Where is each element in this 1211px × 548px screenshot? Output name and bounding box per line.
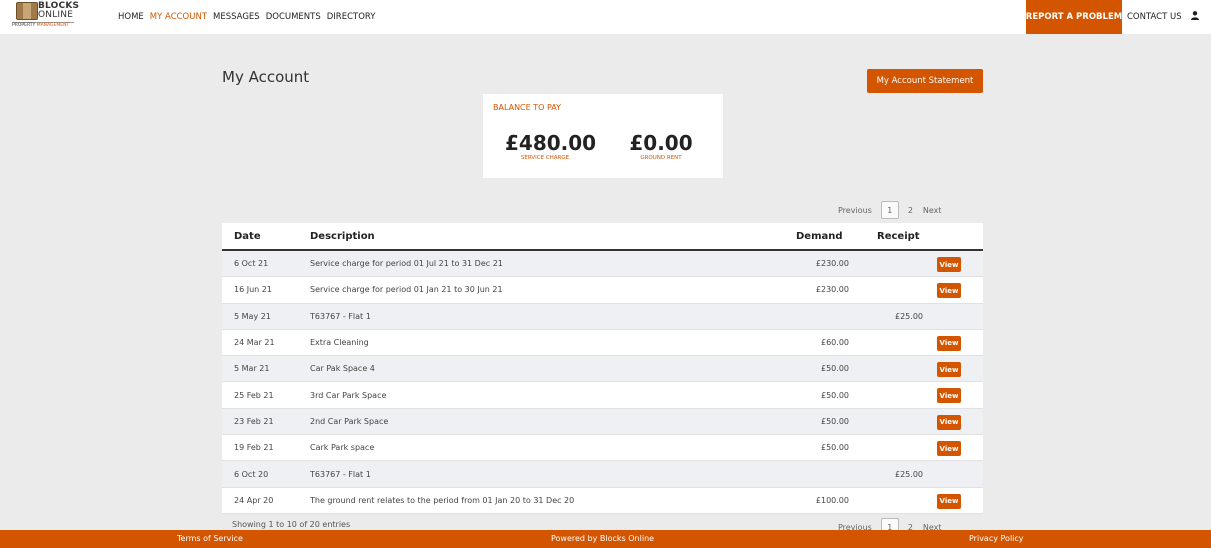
- top-navbar: BLOCKS ONLINE PROPERTY MANAGEMENT HOME M…: [0, 0, 1211, 34]
- row-demand: £230.00: [815, 285, 849, 295]
- row-date: 6 Oct 20: [234, 469, 269, 479]
- row-description: The ground rent relates to the period fr…: [310, 495, 575, 505]
- logo-line2: ONLINE: [38, 10, 74, 20]
- row-date: 23 Feb 21: [234, 416, 274, 426]
- table-row: 19 Feb 21 Cark Park space £50.00 View: [222, 435, 983, 462]
- row-date: 5 Mar 21: [234, 364, 270, 374]
- row-date: 19 Feb 21: [234, 443, 274, 453]
- row-date: 6 Oct 21: [234, 259, 269, 269]
- view-button[interactable]: View: [937, 441, 961, 457]
- nav-item-messages[interactable]: MESSAGES: [213, 12, 260, 22]
- table-row: 24 Apr 20 The ground rent relates to the …: [222, 487, 983, 514]
- table-row: 24 Mar 21 Extra Cleaning £60.00 View: [222, 329, 983, 357]
- col-header-description[interactable]: Description: [310, 231, 375, 242]
- pagination-page-2[interactable]: 2: [903, 206, 918, 215]
- view-button[interactable]: View: [937, 414, 961, 430]
- table-row: 23 Feb 21 2nd Car Park Space £50.00 View: [222, 408, 983, 436]
- logo-tagline-a: PROPERTY: [12, 23, 36, 28]
- privacy-link[interactable]: Privacy Policy: [969, 534, 1024, 543]
- pagination-next[interactable]: Next: [918, 206, 947, 215]
- footer: Terms of Service Powered by Blocks Onlin…: [0, 530, 1211, 548]
- pagination-previous[interactable]: Previous: [833, 206, 877, 215]
- table-body: 6 Oct 21 Service charge for period 01 Jul…: [222, 251, 983, 514]
- table-row: 16 Jun 21 Service charge for period 01 Ja…: [222, 277, 983, 304]
- service-charge-balance: £480.00 SERVICE CHARGE: [505, 131, 597, 161]
- row-date: 24 Mar 21: [234, 338, 275, 348]
- ground-rent-label: GROUND RENT: [640, 155, 682, 161]
- nav-item-my-account[interactable]: MY ACCOUNT: [150, 12, 207, 22]
- report-problem-button[interactable]: REPORT A PROBLEM: [1026, 0, 1122, 34]
- main-nav: HOME MY ACCOUNT MESSAGES DOCUMENTS DIREC…: [118, 0, 375, 34]
- powered-by-link[interactable]: Powered by Blocks Online: [551, 534, 654, 543]
- table-row: 25 Feb 21 3rd Car Park Space £50.00 View: [222, 382, 983, 409]
- row-demand: £60.00: [821, 338, 849, 348]
- row-description: 2nd Car Park Space: [310, 416, 389, 426]
- logo-tagline-b: MANAGEMENT: [36, 23, 70, 28]
- view-button[interactable]: View: [937, 283, 961, 299]
- nav-item-documents[interactable]: DOCUMENTS: [266, 12, 321, 22]
- row-demand: £50.00: [821, 364, 849, 374]
- page-title: My Account: [222, 68, 310, 86]
- service-charge-label: SERVICE CHARGE: [520, 155, 570, 161]
- row-description: T63767 - Flat 1: [310, 469, 371, 479]
- row-date: 24 Apr 20: [234, 495, 274, 505]
- ground-rent-balance: £0.00 GROUND RENT: [621, 132, 701, 161]
- logo-mark-icon: [16, 2, 38, 20]
- row-description: T63767 - Flat 1: [310, 311, 371, 321]
- col-header-date[interactable]: Date: [234, 231, 261, 242]
- row-description: Car Pak Space 4: [310, 364, 375, 374]
- row-description: Cark Park space: [310, 443, 375, 453]
- table-row: 5 May 21 T63767 - Flat 1 £25.00: [222, 303, 983, 330]
- pagination-top: Previous 1 2 Next: [833, 200, 947, 220]
- nav-item-directory[interactable]: DIRECTORY: [327, 12, 376, 22]
- row-date: 16 Jun 21: [234, 285, 272, 295]
- transactions-table: Date Description Demand Receipt 6 Oct 21…: [222, 223, 983, 514]
- view-button[interactable]: View: [937, 362, 961, 378]
- row-demand: £50.00: [821, 443, 849, 453]
- user-icon[interactable]: [1191, 11, 1199, 20]
- table-header: Date Description Demand Receipt: [222, 223, 983, 251]
- row-date: 25 Feb 21: [234, 390, 274, 400]
- row-description: Service charge for period 01 Jul 21 to 3…: [310, 259, 503, 269]
- row-description: 3rd Car Park Space: [310, 390, 387, 400]
- row-demand: £100.00: [815, 495, 849, 505]
- row-demand: £50.00: [821, 390, 849, 400]
- ground-rent-amount: £0.00: [629, 131, 693, 155]
- balance-card: BALANCE TO PAY £480.00 SERVICE CHARGE £0…: [483, 94, 723, 178]
- view-button[interactable]: View: [937, 493, 961, 509]
- row-receipt: £25.00: [895, 469, 923, 479]
- row-description: Extra Cleaning: [310, 338, 369, 348]
- row-demand: £50.00: [821, 416, 849, 426]
- table-row: 5 Mar 21 Car Pak Space 4 £50.00 View: [222, 356, 983, 383]
- row-description: Service charge for period 01 Jan 21 to 3…: [310, 285, 503, 295]
- terms-link[interactable]: Terms of Service: [177, 534, 243, 543]
- row-receipt: £25.00: [895, 311, 923, 321]
- col-header-receipt[interactable]: Receipt: [877, 231, 920, 242]
- account-statement-button[interactable]: My Account Statement: [867, 69, 983, 93]
- brand-logo[interactable]: BLOCKS ONLINE PROPERTY MANAGEMENT: [12, 1, 84, 31]
- row-demand: £230.00: [815, 259, 849, 269]
- logo-tagline: PROPERTY MANAGEMENT: [12, 23, 69, 28]
- contact-us-link[interactable]: CONTACT US: [1127, 0, 1182, 34]
- view-button[interactable]: View: [937, 257, 961, 272]
- view-button[interactable]: View: [937, 335, 961, 351]
- col-header-demand[interactable]: Demand: [796, 231, 843, 242]
- balance-label: BALANCE TO PAY: [493, 103, 562, 112]
- row-date: 5 May 21: [234, 311, 271, 321]
- entries-info: Showing 1 to 10 of 20 entries: [232, 520, 351, 529]
- view-button[interactable]: View: [937, 388, 961, 404]
- pagination-page-1[interactable]: 1: [880, 201, 899, 219]
- table-row: 6 Oct 21 Service charge for period 01 Jul…: [222, 251, 983, 278]
- table-row: 6 Oct 20 T63767 - Flat 1 £25.00: [222, 461, 983, 488]
- service-charge-amount: £480.00: [505, 131, 597, 155]
- nav-item-home[interactable]: HOME: [118, 12, 144, 22]
